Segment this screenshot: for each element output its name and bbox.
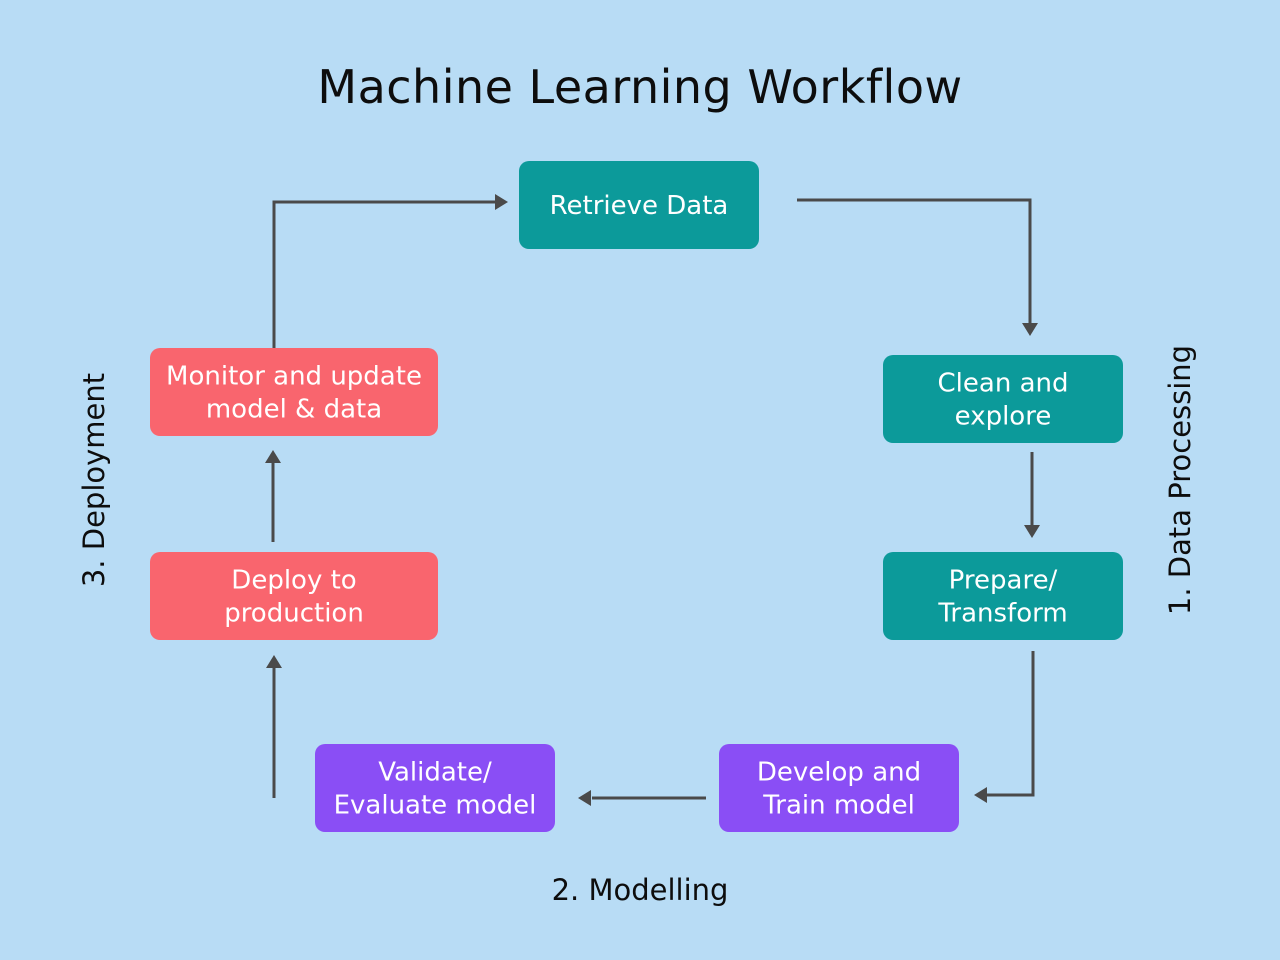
node-clean-and-explore-label-line-2: explore xyxy=(955,402,1052,432)
canvas-background xyxy=(0,0,1280,960)
node-develop-and-train-model-label-line-2: Train model xyxy=(762,791,915,821)
node-monitor-and-update[interactable]: Monitor and updatemodel & data xyxy=(150,348,438,436)
diagram-canvas: Machine Learning Workflow Retrieve Data C… xyxy=(0,0,1280,960)
node-validate-evaluate-model-label-line-2: Evaluate model xyxy=(334,791,537,821)
node-clean-and-explore-label-line-1: Clean and xyxy=(938,369,1069,399)
node-develop-and-train-model[interactable]: Develop andTrain model xyxy=(719,744,959,832)
node-deploy-to-production[interactable]: Deploy toproduction xyxy=(150,552,438,640)
node-prepare-transform-label-line-2: Transform xyxy=(937,599,1067,629)
node-prepare-transform[interactable]: Prepare/Transform xyxy=(883,552,1123,640)
stage-deployment: 3. Deployment xyxy=(77,373,111,587)
diagram-title: Machine Learning Workflow xyxy=(317,60,962,114)
node-monitor-and-update-label-line-1: Monitor and update xyxy=(166,362,422,392)
stage-data-processing: 1. Data Processing xyxy=(1163,345,1197,615)
node-validate-evaluate-model-label-line-1: Validate/ xyxy=(378,758,492,788)
node-monitor-and-update-label-line-2: model & data xyxy=(206,395,382,425)
node-prepare-transform-label-line-1: Prepare/ xyxy=(949,566,1058,596)
node-deploy-to-production-label-line-1: Deploy to xyxy=(231,566,356,596)
node-retrieve-data-label-line-1: Retrieve Data xyxy=(550,191,729,221)
node-retrieve-data[interactable]: Retrieve Data xyxy=(519,161,759,249)
page-title: Machine Learning Workflow xyxy=(317,60,962,114)
node-validate-evaluate-model[interactable]: Validate/Evaluate model xyxy=(315,744,555,832)
node-clean-and-explore[interactable]: Clean andexplore xyxy=(883,355,1123,443)
stage-modelling: 2. Modelling xyxy=(552,873,729,907)
node-develop-and-train-model-label-line-1: Develop and xyxy=(757,758,921,788)
node-deploy-to-production-label-line-2: production xyxy=(224,599,364,629)
ml-workflow-diagram: Machine Learning Workflow Retrieve Data C… xyxy=(0,0,1280,960)
